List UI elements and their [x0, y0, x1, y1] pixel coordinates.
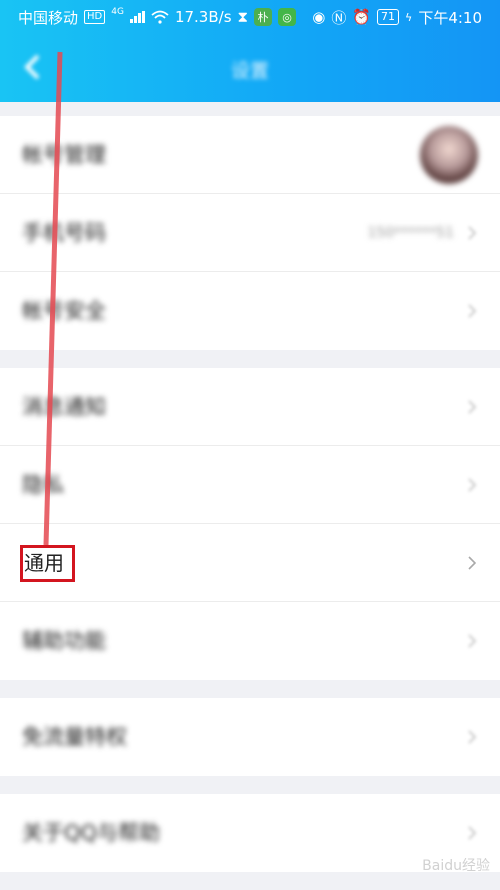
top-gap	[0, 102, 500, 116]
settings-group-traffic: 免流量特权	[0, 698, 500, 776]
eye-icon: ◉	[312, 8, 326, 26]
settings-list: 帐号管理 手机号码 150******51 帐号安全 消息通知 隐私 通用 辅助…	[0, 116, 500, 890]
app-badge-icon: 朴	[254, 8, 273, 26]
row-notifications[interactable]: 消息通知	[0, 368, 500, 446]
chevron-right-icon	[468, 400, 476, 414]
chevron-right-icon	[468, 478, 476, 492]
row-privacy[interactable]: 隐私	[0, 446, 500, 524]
row-general[interactable]: 通用	[0, 524, 500, 602]
row-label: 辅助功能	[22, 629, 106, 653]
battery-icon: 71	[377, 9, 400, 25]
nav-bar: 设置	[0, 34, 500, 102]
settings-group-account: 帐号管理 手机号码 150******51 帐号安全	[0, 116, 500, 350]
charging-icon: ϟ	[405, 10, 413, 24]
row-label: 关于QQ与帮助	[22, 821, 161, 845]
row-label: 帐号安全	[22, 299, 106, 323]
chevron-right-icon	[468, 304, 476, 318]
watermark: Baidu经验	[422, 858, 490, 874]
carrier-name: 中国移动	[18, 8, 79, 27]
hd-badge: HD	[84, 10, 106, 24]
alarm-icon: ⏰	[352, 8, 372, 26]
chevron-right-icon	[468, 556, 476, 570]
wifi-icon	[151, 10, 169, 24]
row-label: 手机号码	[22, 221, 106, 245]
row-phone-number[interactable]: 手机号码 150******51	[0, 194, 500, 272]
chevron-right-icon	[468, 730, 476, 744]
avatar	[420, 126, 478, 184]
network-speed: 17.3B/s	[174, 8, 232, 26]
chevron-right-icon	[468, 226, 476, 240]
phone-value: 150******51	[367, 225, 454, 241]
row-accessibility[interactable]: 辅助功能	[0, 602, 500, 680]
clock-time: 下午4:10	[418, 8, 482, 27]
page-title: 设置	[230, 60, 269, 82]
row-account-management[interactable]: 帐号管理	[0, 116, 500, 194]
highlight-box	[20, 545, 75, 582]
hourglass-icon: ⧗	[237, 8, 249, 26]
row-account-security[interactable]: 帐号安全	[0, 272, 500, 350]
nfc-icon: Ⓝ	[331, 8, 347, 27]
status-bar: 中国移动 HD 4G 17.3B/s ⧗ 朴 ◎ ◉ Ⓝ ⏰ 71 ϟ 下午4:…	[0, 0, 500, 34]
chevron-right-icon	[468, 634, 476, 648]
settings-group-general: 消息通知 隐私 通用 辅助功能	[0, 368, 500, 680]
row-label: 免流量特权	[22, 725, 127, 749]
row-label: 帐号管理	[22, 143, 106, 167]
row-free-data[interactable]: 免流量特权	[0, 698, 500, 776]
row-label: 隐私	[22, 473, 64, 497]
wechat-icon: ◎	[278, 8, 297, 26]
chevron-right-icon	[468, 826, 476, 840]
row-label: 消息通知	[22, 395, 106, 419]
header-bar: 中国移动 HD 4G 17.3B/s ⧗ 朴 ◎ ◉ Ⓝ ⏰ 71 ϟ 下午4:…	[0, 0, 500, 102]
signal-icon	[129, 11, 145, 23]
network-type: 4G	[111, 6, 124, 17]
